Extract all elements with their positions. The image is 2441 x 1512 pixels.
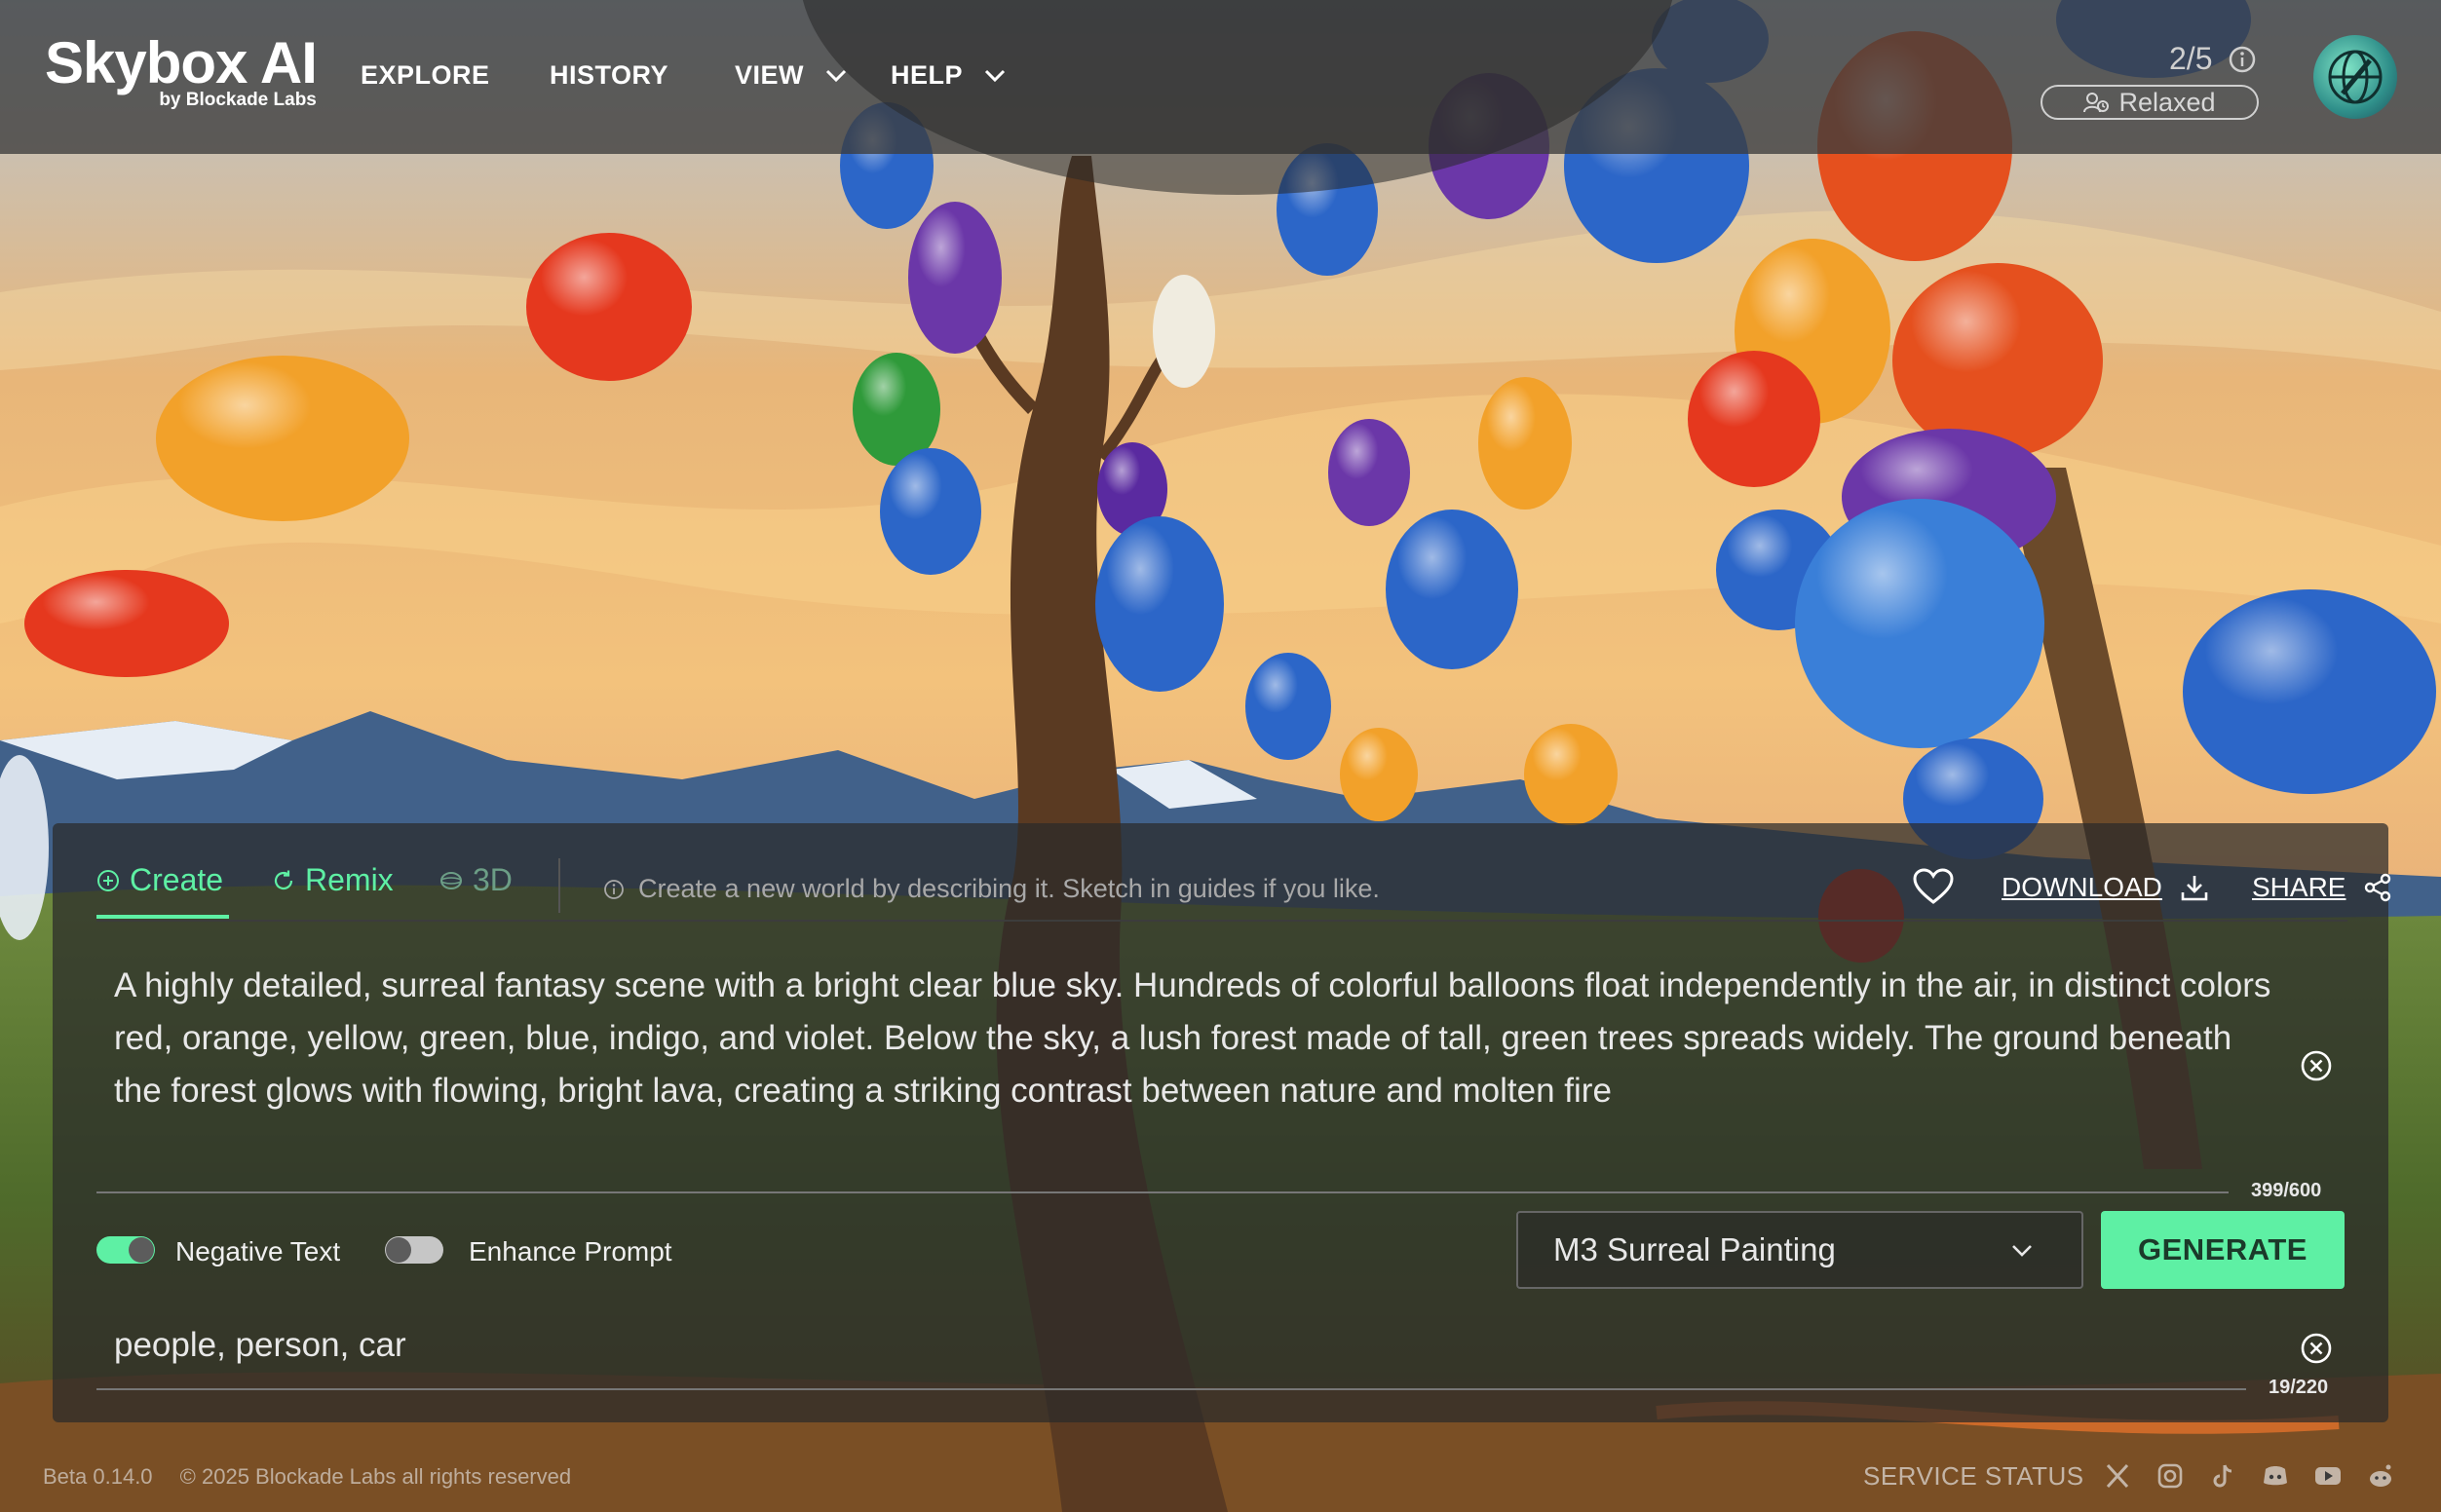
tab-3d[interactable]: 3D (439, 862, 513, 898)
refresh-icon (274, 870, 293, 889)
footer-legal: Beta 0.14.0 © 2025 Blockade Labs all rig… (43, 1464, 571, 1490)
cube-icon (440, 871, 462, 889)
style-select-value: M3 Surreal Painting (1553, 1231, 1836, 1267)
generate-button[interactable]: GENERATE (2101, 1211, 2345, 1289)
style-select[interactable]: M3 Surreal Painting (1516, 1211, 2083, 1289)
nav-help[interactable]: HELP (891, 60, 1006, 91)
close-circle-icon[interactable] (2300, 1049, 2333, 1082)
nav-view-label: VIEW (735, 60, 805, 90)
globe-avatar-icon (2328, 50, 2383, 104)
download-label: DOWNLOAD (2002, 872, 2162, 902)
nav-view[interactable]: VIEW (735, 60, 847, 91)
negative-text-toggle[interactable] (96, 1236, 155, 1264)
version-label: Beta 0.14.0 (43, 1464, 153, 1489)
youtube-icon[interactable] (2313, 1461, 2343, 1491)
tab-3d-label: 3D (473, 862, 513, 897)
tab-remix-label: Remix (305, 862, 394, 897)
tiktok-icon[interactable] (2208, 1461, 2237, 1491)
create-hint-text: Create a new world by describing it. Ske… (638, 874, 1380, 903)
chevron-down-icon (984, 69, 1006, 82)
generation-quota: 2/5 (2169, 41, 2213, 76)
toggle-knob (386, 1237, 411, 1263)
social-links (2103, 1461, 2395, 1491)
info-icon[interactable] (2228, 45, 2257, 74)
enhance-prompt-label: Enhance Prompt (469, 1236, 672, 1266)
nav-history[interactable]: HISTORY (550, 60, 668, 91)
create-hint: Create a new world by describing it. Ske… (603, 874, 1380, 904)
prompt-input[interactable]: A highly detailed, surreal fantasy scene… (114, 960, 2277, 1117)
relaxed-mode-label: Relaxed (2118, 87, 2216, 117)
discord-icon[interactable] (2261, 1461, 2290, 1491)
top-header: Skybox AI by Blockade Labs EXPLORE HISTO… (0, 0, 2441, 195)
share-button[interactable]: SHARE (2252, 872, 2392, 903)
info-icon (604, 879, 624, 899)
chevron-down-icon (825, 69, 847, 82)
chevron-down-icon (2012, 1245, 2032, 1257)
negative-text-label: Negative Text (175, 1236, 341, 1266)
user-clock-icon (2083, 93, 2110, 113)
negative-underline (96, 1388, 2246, 1390)
download-icon (2181, 876, 2208, 901)
tabs-separator-line (96, 920, 2347, 922)
generation-panel: Create Remix 3D Create a new world by de… (53, 823, 2391, 1422)
toggle-knob (129, 1237, 154, 1263)
tab-remix[interactable]: Remix (272, 862, 394, 898)
enhance-prompt-toggle[interactable] (385, 1236, 443, 1264)
panel-tabs-row: Create Remix 3D Create a new world by de… (96, 823, 2391, 922)
x-icon[interactable] (2103, 1461, 2132, 1491)
relaxed-mode-badge[interactable]: Relaxed (2041, 85, 2259, 120)
share-label: SHARE (2252, 872, 2346, 902)
skybox-logo[interactable]: Skybox AI by Blockade Labs (45, 30, 318, 111)
service-status-link[interactable]: SERVICE STATUS (1863, 1461, 2084, 1492)
share-icon (2365, 873, 2391, 902)
close-circle-icon[interactable] (2300, 1332, 2333, 1365)
copyright-text: © 2025 Blockade Labs all rights reserved (179, 1464, 572, 1489)
tab-create-label: Create (130, 862, 224, 897)
nav-history-label: HISTORY (550, 60, 669, 90)
negative-char-count: 19/220 (2269, 1377, 2329, 1398)
download-button[interactable]: DOWNLOAD (2002, 872, 2209, 903)
instagram-icon[interactable] (2155, 1461, 2185, 1491)
active-tab-indicator (96, 915, 229, 919)
nav-help-label: HELP (891, 60, 964, 90)
logo-title: Skybox AI (45, 30, 318, 95)
heart-icon[interactable] (1913, 868, 1954, 905)
nav-explore-label: EXPLORE (361, 60, 490, 90)
prompt-char-count: 399/600 (2251, 1180, 2322, 1201)
plus-circle-icon (97, 869, 119, 891)
negative-text-input[interactable]: people, person, car (114, 1326, 406, 1365)
tab-create[interactable]: Create (96, 862, 223, 898)
reddit-icon[interactable] (2366, 1461, 2395, 1491)
nav-explore[interactable]: EXPLORE (361, 60, 490, 91)
prompt-underline (96, 1191, 2229, 1193)
tabs-divider (558, 858, 560, 913)
avatar[interactable] (2313, 35, 2397, 119)
